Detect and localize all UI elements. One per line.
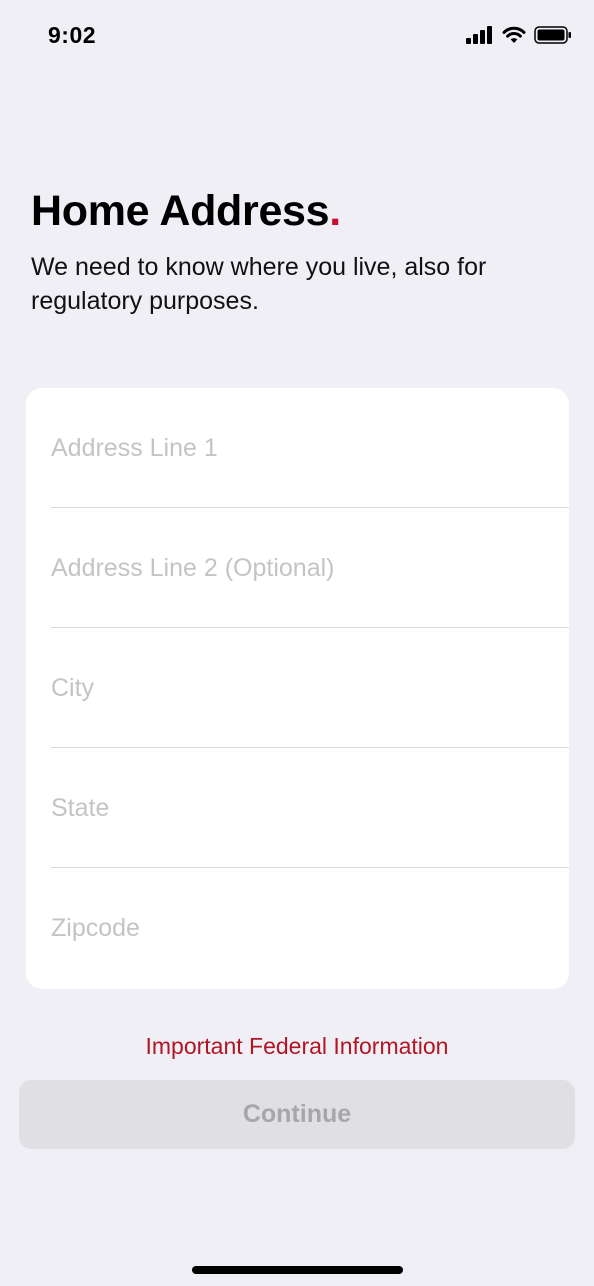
home-indicator[interactable] <box>192 1266 403 1274</box>
page-title-text: Home Address <box>31 187 330 235</box>
status-bar: 9:02 <box>0 0 594 74</box>
cellular-signal-icon <box>466 26 492 44</box>
city-row <box>26 628 569 748</box>
battery-icon <box>534 26 571 44</box>
zipcode-row <box>26 868 569 988</box>
zipcode-input[interactable] <box>51 868 551 988</box>
status-time: 9:02 <box>48 22 97 48</box>
address-line-2-row <box>26 508 569 628</box>
wifi-icon <box>502 26 526 43</box>
address-line-1-input[interactable] <box>51 388 551 508</box>
page-subtitle: We need to know where you live, also for… <box>31 253 487 315</box>
continue-button[interactable]: Continue <box>19 1080 575 1149</box>
state-input[interactable] <box>51 748 551 868</box>
address-form-card <box>26 388 569 989</box>
city-input[interactable] <box>51 628 551 748</box>
address-line-2-input[interactable] <box>51 508 551 628</box>
address-line-1-row <box>26 388 569 508</box>
important-federal-information-link[interactable]: Important Federal Information <box>0 1033 594 1060</box>
state-row <box>26 748 569 868</box>
title-accent-dot: . <box>329 187 341 235</box>
status-icons <box>466 26 572 44</box>
page-title: Home Address. <box>31 186 341 236</box>
